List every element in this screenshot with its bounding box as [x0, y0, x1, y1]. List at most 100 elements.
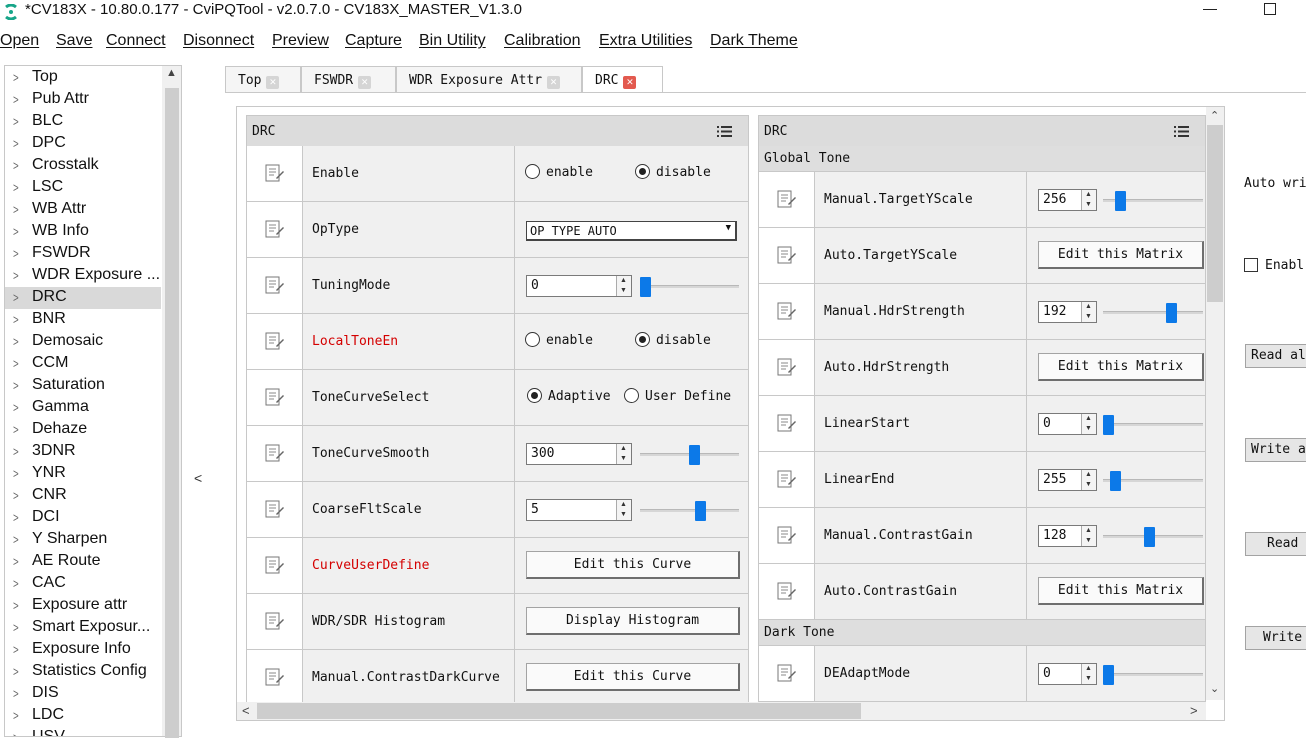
tab-close-icon[interactable]: ✕: [358, 76, 372, 89]
tree-item-fswdr[interactable]: > FSWDR: [5, 243, 161, 265]
menu-open[interactable]: Open: [0, 32, 39, 50]
tree-item-dis[interactable]: > DIS: [5, 683, 161, 705]
tree-item-ynr[interactable]: > YNR: [5, 463, 161, 485]
collapse-sidebar-icon[interactable]: <: [194, 470, 202, 486]
tree-item-lsc[interactable]: > LSC: [5, 177, 161, 199]
spin-up-icon[interactable]: ▲: [1085, 527, 1092, 535]
slider-thumb[interactable]: [689, 445, 700, 465]
slider-thumb[interactable]: [1103, 415, 1114, 435]
enable-checkbox[interactable]: [1244, 258, 1258, 272]
edit-note-icon[interactable]: [265, 276, 285, 294]
tree-item-cnr[interactable]: > CNR: [5, 485, 161, 507]
scroll-left-icon[interactable]: <: [242, 703, 250, 718]
sidebar-scrollbar[interactable]: ▲: [162, 65, 182, 738]
read-all-button[interactable]: Read al: [1245, 344, 1306, 368]
edit-note-icon[interactable]: [777, 664, 797, 682]
spin-up-icon[interactable]: ▲: [1085, 415, 1092, 423]
horizontal-scrollbar[interactable]: < >: [237, 702, 1206, 720]
tree-item-top[interactable]: > Top: [5, 67, 161, 89]
targetyscale-spinbox[interactable]: 256 ▲ ▼: [1038, 189, 1097, 211]
tree-item-drc[interactable]: > DRC: [5, 287, 161, 309]
tree-item-exposure-info[interactable]: > Exposure Info: [5, 639, 161, 661]
coarsefltscale-slider[interactable]: [640, 501, 739, 521]
tab-fswdr[interactable]: FSWDR ✕: [301, 66, 396, 93]
read-button[interactable]: Read: [1245, 532, 1306, 556]
list-menu-icon[interactable]: [717, 126, 732, 137]
slider-thumb[interactable]: [695, 501, 706, 521]
menu-extra-utilities[interactable]: Extra Utilities: [599, 32, 692, 50]
tuningmode-slider[interactable]: [640, 277, 739, 297]
menu-dark-theme[interactable]: Dark Theme: [710, 32, 798, 50]
edit-note-icon[interactable]: [265, 388, 285, 406]
spin-down-icon[interactable]: ▼: [620, 511, 627, 519]
edit-note-icon[interactable]: [777, 190, 797, 208]
enable-radio-disable[interactable]: disable: [635, 164, 711, 180]
edit-matrix-button[interactable]: Edit this Matrix: [1038, 577, 1204, 605]
tree-item-dehaze[interactable]: > Dehaze: [5, 419, 161, 441]
edit-note-icon[interactable]: [777, 358, 797, 376]
scroll-up-icon[interactable]: ⌃: [1210, 109, 1219, 122]
tonecurve-radio-adaptive[interactable]: Adaptive: [527, 388, 611, 404]
tree-item-wdr-exposure[interactable]: > WDR Exposure ...: [5, 265, 161, 287]
tree-item-blc[interactable]: > BLC: [5, 111, 161, 133]
write-button[interactable]: Write: [1245, 626, 1306, 650]
tonecurvesmooth-slider[interactable]: [640, 445, 739, 465]
edit-note-icon[interactable]: [265, 164, 285, 182]
linearstart-slider[interactable]: [1103, 415, 1203, 435]
tab-close-icon[interactable]: ✕: [266, 76, 280, 89]
tree-item-exposure-attr[interactable]: > Exposure attr: [5, 595, 161, 617]
edit-note-icon[interactable]: [265, 500, 285, 518]
maximize-button[interactable]: [1264, 3, 1276, 15]
edit-note-icon[interactable]: [265, 612, 285, 630]
edit-note-icon[interactable]: [265, 332, 285, 350]
spin-up-icon[interactable]: ▲: [620, 501, 627, 509]
tab-drc[interactable]: DRC ✕: [582, 66, 663, 94]
display-histogram-button[interactable]: Display Histogram: [526, 607, 740, 635]
tree-item-gamma[interactable]: > Gamma: [5, 397, 161, 419]
edit-note-icon[interactable]: [265, 444, 285, 462]
slider-thumb[interactable]: [1115, 191, 1126, 211]
slider-thumb[interactable]: [640, 277, 651, 297]
tree-item-dci[interactable]: > DCI: [5, 507, 161, 529]
tree-item-crosstalk[interactable]: > Crosstalk: [5, 155, 161, 177]
menu-connect[interactable]: Connect: [106, 32, 166, 50]
tree-item-wb-info[interactable]: > WB Info: [5, 221, 161, 243]
tree-item-ldc[interactable]: > LDC: [5, 705, 161, 727]
tab-wdr-exposure-attr[interactable]: WDR Exposure Attr ✕: [396, 66, 582, 93]
slider-thumb[interactable]: [1144, 527, 1155, 547]
linearend-spinbox[interactable]: 255 ▲ ▼: [1038, 469, 1097, 491]
spin-down-icon[interactable]: ▼: [1085, 313, 1092, 321]
scroll-right-icon[interactable]: >: [1190, 703, 1198, 718]
tree-item-demosaic[interactable]: > Demosaic: [5, 331, 161, 353]
tuningmode-spinbox[interactable]: 0 ▲ ▼: [526, 275, 632, 297]
edit-note-icon[interactable]: [777, 414, 797, 432]
spin-up-icon[interactable]: ▲: [1085, 303, 1092, 311]
menu-save[interactable]: Save: [56, 32, 92, 50]
tree-item-dpc[interactable]: > DPC: [5, 133, 161, 155]
spin-up-icon[interactable]: ▲: [1085, 665, 1092, 673]
slider-thumb[interactable]: [1110, 471, 1121, 491]
spin-up-icon[interactable]: ▲: [1085, 191, 1092, 199]
optype-select[interactable]: OP TYPE AUTO ▼: [526, 221, 737, 241]
edit-note-icon[interactable]: [777, 582, 797, 600]
vertical-scrollbar[interactable]: ⌃ ⌄: [1206, 107, 1224, 700]
tonecurvesmooth-spinbox[interactable]: 300 ▲ ▼: [526, 443, 632, 465]
hdrstrength-slider[interactable]: [1103, 303, 1203, 323]
targetyscale-slider[interactable]: [1103, 191, 1203, 211]
menu-bin-utility[interactable]: Bin Utility: [419, 32, 486, 50]
spin-down-icon[interactable]: ▼: [1085, 537, 1092, 545]
tree-item-pub-attr[interactable]: > Pub Attr: [5, 89, 161, 111]
edit-note-icon[interactable]: [777, 470, 797, 488]
scroll-up-icon[interactable]: ▲: [166, 67, 177, 79]
tree-item-cac[interactable]: > CAC: [5, 573, 161, 595]
enable-radio-enable[interactable]: enable: [525, 164, 593, 180]
tree-item-y-sharpen[interactable]: > Y Sharpen: [5, 529, 161, 551]
tree-item-saturation[interactable]: > Saturation: [5, 375, 161, 397]
spin-up-icon[interactable]: ▲: [1085, 471, 1092, 479]
edit-curve-button[interactable]: Edit this Curve: [526, 551, 740, 579]
slider-thumb[interactable]: [1103, 665, 1114, 685]
tree-item-ccm[interactable]: > CCM: [5, 353, 161, 375]
coarsefltscale-spinbox[interactable]: 5 ▲ ▼: [526, 499, 632, 521]
slider-thumb[interactable]: [1166, 303, 1177, 323]
edit-note-icon[interactable]: [265, 668, 285, 686]
